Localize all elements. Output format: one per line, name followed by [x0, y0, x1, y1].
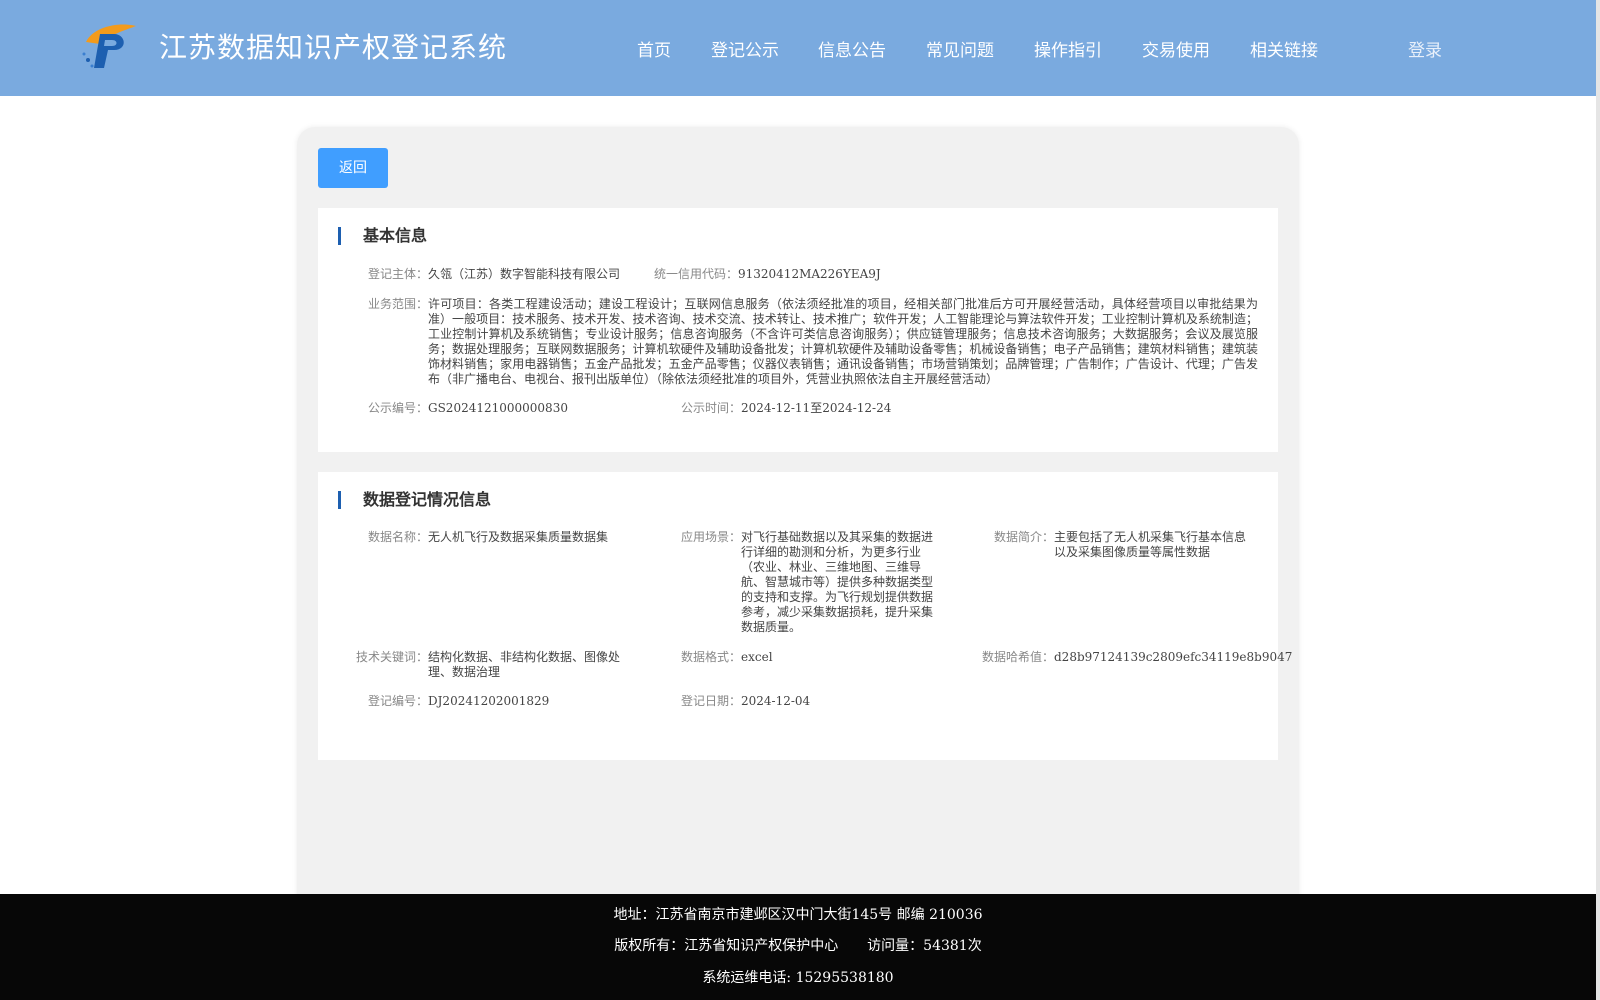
nav-announcements[interactable]: 信息公告	[818, 36, 886, 61]
back-button[interactable]: 返回	[318, 148, 388, 188]
top-header: 江苏数据知识产权登记系统 首页 登记公示 信息公告 常见问题 操作指引 交易使用…	[0, 0, 1596, 96]
application-scene-label: 应用场景：	[680, 530, 741, 544]
credit-code-label: 统一信用代码：	[653, 267, 738, 281]
nav-registration-publicity[interactable]: 登记公示	[711, 36, 779, 61]
footer-copyright: 版权所有：江苏省知识产权保护中心	[614, 938, 839, 954]
subject-value: 久瓴（江苏）数字智能科技有限公司	[428, 267, 621, 281]
basic-info-card: 基本信息 登记主体： 久瓴（江苏）数字智能科技有限公司 统一信用代码： 9132…	[318, 208, 1278, 452]
site-title: 江苏数据知识产权登记系统	[159, 31, 508, 64]
publicity-time-value: 2024-12-11至2024-12-24	[741, 401, 892, 415]
page-footer: 地址：江苏省南京市建邺区汉中门大街145号 邮编 210036 版权所有：江苏省…	[0, 894, 1596, 1000]
tech-keywords-value: 结构化数据、非结构化数据、图像处理、数据治理	[428, 650, 621, 679]
data-format-value: excel	[741, 650, 773, 664]
registration-date-value: 2024-12-04	[741, 694, 811, 708]
data-registration-title: 数据登记情况信息	[338, 491, 491, 509]
registration-number-label: 登记编号：	[367, 694, 428, 708]
basic-info-title: 基本信息	[338, 227, 427, 245]
footer-phone: 系统运维电话: 15295538180	[702, 970, 894, 986]
data-intro-value: 主要包括了无人机采集飞行基本信息以及采集图像质量等属性数据	[1054, 530, 1247, 559]
page-scrollbar[interactable]	[1596, 0, 1600, 1000]
publicity-number-label: 公示编号：	[367, 401, 428, 415]
credit-code-value: 91320412MA226YEA9J	[738, 267, 881, 281]
nav-home[interactable]: 首页	[637, 36, 671, 61]
data-intro-label: 数据简介：	[993, 530, 1054, 544]
login-link[interactable]: 登录	[1408, 36, 1442, 61]
site-logo-icon[interactable]	[80, 20, 138, 70]
data-name-label: 数据名称：	[367, 530, 428, 544]
publicity-time-label: 公示时间：	[680, 401, 741, 415]
footer-visit-count: 访问量：54381次	[867, 938, 982, 954]
nav-related-links[interactable]: 相关链接	[1250, 36, 1318, 61]
business-scope-label: 业务范围：	[367, 297, 428, 311]
nav-faq[interactable]: 常见问题	[926, 36, 994, 61]
footer-copyright-row: 版权所有：江苏省知识产权保护中心 访问量：54381次	[0, 935, 1596, 955]
business-scope-value: 许可项目：各类工程建设活动；建设工程设计；互联网信息服务（依法须经批准的项目，经…	[428, 297, 1258, 386]
subject-label: 登记主体：	[367, 267, 428, 281]
registration-date-label: 登记日期：	[680, 694, 741, 708]
data-name-value: 无人机飞行及数据采集质量数据集	[428, 530, 609, 544]
data-registration-card: 数据登记情况信息 数据名称： 无人机飞行及数据采集质量数据集 应用场景： 对飞行…	[318, 472, 1292, 760]
nav-operation-guide[interactable]: 操作指引	[1034, 36, 1102, 61]
footer-address: 地址：江苏省南京市建邺区汉中门大街145号 邮编 210036	[613, 907, 983, 923]
detail-container: 返回 基本信息 登记主体： 久瓴（江苏）数字智能科技有限公司 统一信用代码： 9…	[297, 127, 1299, 907]
nav-trade-use[interactable]: 交易使用	[1142, 36, 1210, 61]
data-hash-label: 数据哈希值：	[981, 650, 1054, 664]
registration-number-value: DJ20241202001829	[428, 694, 550, 708]
data-format-label: 数据格式：	[680, 650, 741, 664]
data-hash-value: d28b97124139c2809efc34119e8b9047	[1054, 650, 1293, 664]
tech-keywords-label: 技术关键词：	[355, 650, 428, 664]
publicity-number-value: GS2024121000000830	[428, 401, 568, 415]
application-scene-value: 对飞行基础数据以及其采集的数据进行详细的勘测和分析，为更多行业（农业、林业、三维…	[741, 530, 934, 634]
